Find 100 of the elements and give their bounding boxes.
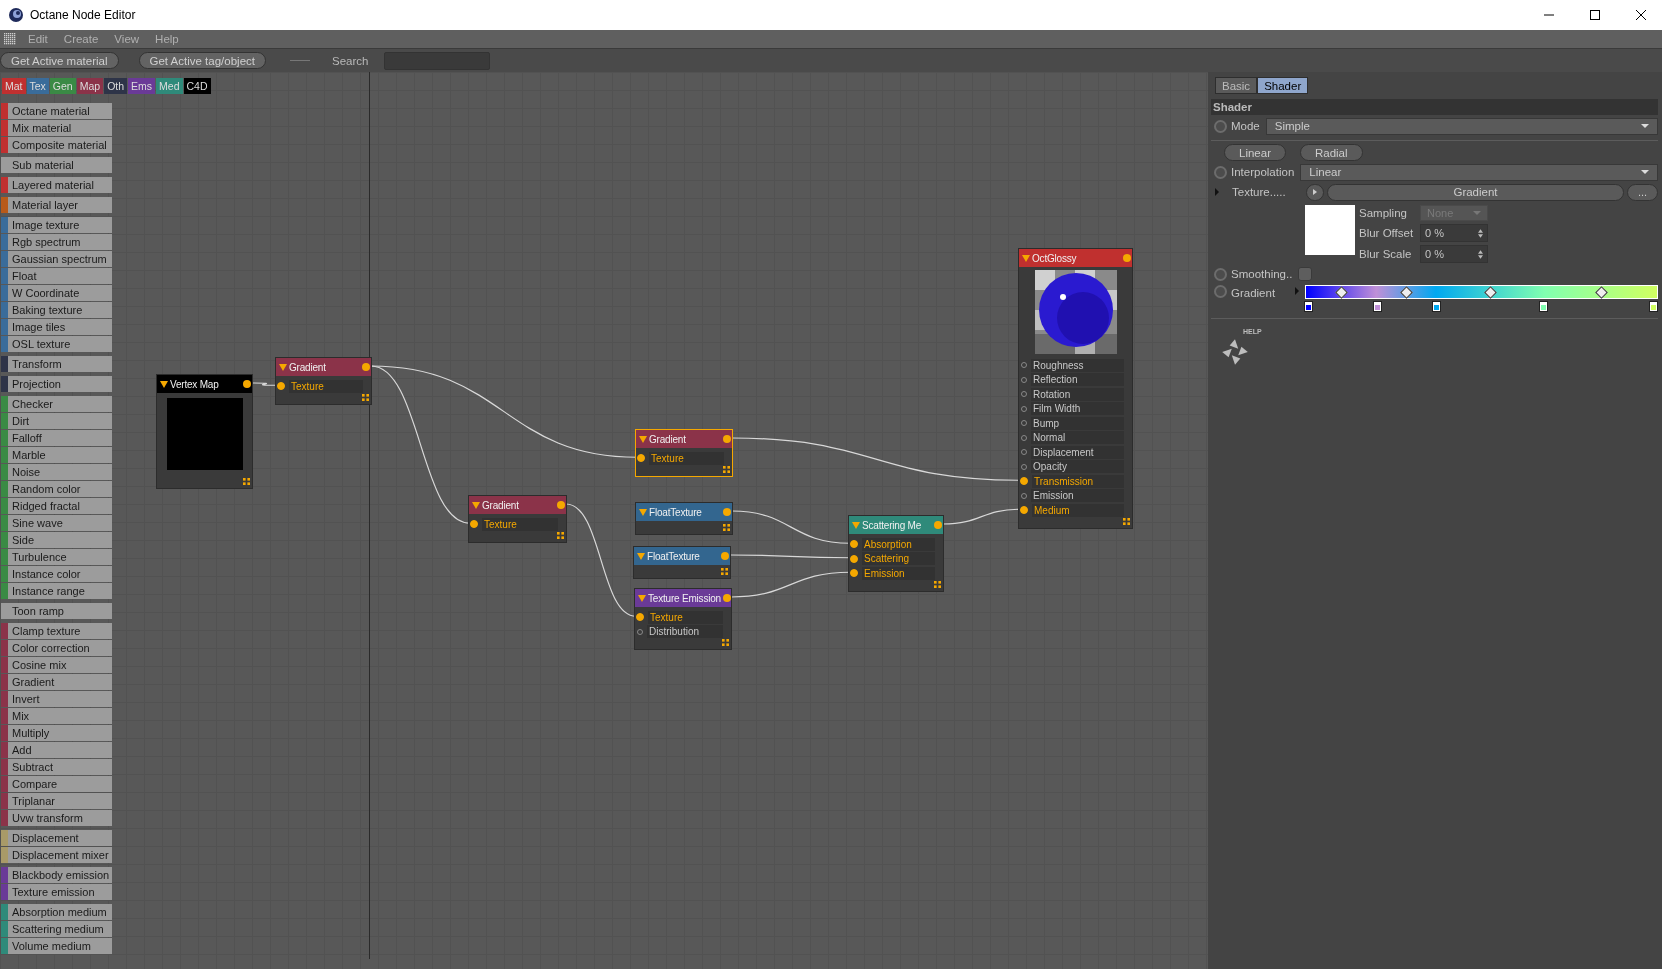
sidebar-item[interactable]: Scattering medium (1, 921, 112, 937)
input-port[interactable] (850, 540, 858, 549)
sidebar-item[interactable]: Color correction (1, 640, 112, 656)
sidebar-item[interactable]: Sine wave (1, 515, 112, 531)
sidebar-item[interactable]: Displacement mixer (1, 847, 112, 863)
input-port[interactable] (277, 382, 285, 391)
gradient-knot[interactable] (1373, 301, 1382, 312)
gradient-knot[interactable] (1431, 301, 1441, 312)
sidebar-item[interactable]: Blackbody emission (1, 867, 112, 883)
resize-icon[interactable] (362, 393, 369, 401)
sidebar-item[interactable]: Cosine mix (1, 657, 112, 673)
sidebar-item[interactable]: Falloff (1, 430, 112, 446)
sidebar-item[interactable]: Marble (1, 447, 112, 463)
node[interactable]: Texture Emission Texture Distribution (634, 588, 732, 650)
play-button[interactable] (1306, 183, 1324, 201)
sidebar-item[interactable]: Mix (1, 708, 112, 724)
sidebar-item[interactable]: Sub material (1, 157, 112, 173)
sidebar-item[interactable]: Random color (1, 481, 112, 497)
panel-tab[interactable]: Basic (1215, 77, 1258, 94)
sidebar-item[interactable]: Gradient (1, 674, 112, 690)
toolbar-button[interactable]: Get Active material (0, 52, 119, 69)
texture-button[interactable]: Gradient (1327, 183, 1624, 201)
node-header[interactable]: Vertex Map (157, 375, 252, 393)
maximize-icon[interactable] (1590, 10, 1600, 20)
input-port[interactable] (850, 569, 858, 578)
resize-icon[interactable] (934, 580, 941, 588)
sidebar-item[interactable]: Baking texture (1, 302, 112, 318)
input-port[interactable] (470, 520, 478, 529)
node[interactable]: OctGlossy Roughness Reflection Rotation Film Width Bump Normal Displacement Opacity Transmission Emission Medium (1018, 248, 1133, 529)
sidebar-item[interactable]: Triplanar (1, 793, 112, 809)
node[interactable]: Scattering Me Absorption Scattering Emission (848, 515, 944, 592)
category-tab[interactable]: Oth (104, 78, 128, 94)
node[interactable]: Gradient Texture (635, 429, 733, 477)
input-port[interactable] (850, 554, 858, 563)
midpoint-handle-icon[interactable] (1484, 286, 1498, 299)
node[interactable]: Gradient Texture (275, 357, 372, 405)
sidebar-item[interactable]: Uvw transform (1, 810, 112, 826)
sidebar-item[interactable]: Add (1, 742, 112, 758)
spinner-icon[interactable] (1478, 228, 1483, 238)
number-field[interactable]: 0 % (1420, 245, 1488, 263)
category-tab[interactable]: Gen (49, 78, 76, 94)
sidebar-item[interactable]: Mix material (1, 120, 112, 136)
sidebar-item[interactable]: Transform (1, 356, 112, 372)
close-icon[interactable] (1636, 10, 1646, 20)
sidebar-item[interactable]: Instance color (1, 566, 112, 582)
midpoint-handle-icon[interactable] (1594, 286, 1608, 299)
category-tab[interactable]: C4D (183, 78, 211, 94)
sidebar-item[interactable]: Absorption medium (1, 904, 112, 920)
smoothing-checkbox[interactable] (1298, 267, 1313, 281)
resize-icon[interactable] (1123, 517, 1130, 525)
more-button[interactable]: ... (1627, 183, 1658, 201)
category-tab[interactable]: Map (76, 78, 104, 94)
sidebar-item[interactable]: Multiply (1, 725, 112, 741)
sidebar-item[interactable]: Octane material (1, 103, 112, 119)
sidebar-item[interactable]: Compare (1, 776, 112, 792)
grip-icon[interactable] (4, 33, 16, 45)
sidebar-item[interactable]: Noise (1, 464, 112, 480)
sidebar-item[interactable]: W Coordinate (1, 285, 112, 301)
node[interactable]: Gradient Texture (468, 495, 567, 543)
sidebar-item[interactable]: Texture emission (1, 884, 112, 900)
toolbar-button[interactable]: Get Active tag/object (138, 52, 266, 69)
sidebar-item[interactable]: Checker (1, 396, 112, 412)
node[interactable]: FloatTexture (633, 546, 731, 579)
sidebar-item[interactable]: Gaussian spectrum (1, 251, 112, 267)
sidebar-item[interactable]: Instance range (1, 583, 112, 599)
sidebar-item[interactable]: Ridged fractal (1, 498, 112, 514)
sidebar-item[interactable]: Composite material (1, 137, 112, 153)
sidebar-item[interactable]: Volume medium (1, 938, 112, 954)
sidebar-item[interactable]: OSL texture (1, 336, 112, 352)
sidebar-item[interactable]: Turbulence (1, 549, 112, 565)
sidebar-item[interactable]: Dirt (1, 413, 112, 429)
sidebar-item[interactable]: Subtract (1, 759, 112, 775)
gradient-knot[interactable] (1649, 301, 1658, 312)
sidebar-item[interactable]: Rgb spectrum (1, 234, 112, 250)
gradient-bar[interactable] (1305, 285, 1658, 299)
input-port[interactable] (637, 454, 645, 463)
interpolation-dropdown[interactable]: Linear (1300, 163, 1658, 181)
category-tab[interactable]: Med (156, 78, 183, 94)
mode-dropdown[interactable]: Simple (1265, 117, 1658, 135)
category-tab[interactable]: Tex (26, 78, 49, 94)
collapse-icon[interactable] (160, 380, 168, 388)
node[interactable]: Vertex Map (156, 374, 253, 489)
sidebar-item[interactable]: Displacement (1, 830, 112, 846)
resize-icon[interactable] (721, 568, 728, 575)
output-port[interactable] (243, 380, 251, 388)
type-button[interactable]: Linear (1224, 144, 1286, 161)
sidebar-item[interactable]: Float (1, 268, 112, 284)
gradient-knot[interactable] (1538, 301, 1548, 312)
resize-icon[interactable] (723, 524, 730, 531)
type-button[interactable]: Radial (1299, 144, 1363, 161)
sidebar-item[interactable]: Toon ramp (1, 603, 112, 619)
category-tab[interactable]: Mat (2, 78, 26, 94)
panel-tab[interactable]: Shader (1257, 77, 1309, 94)
spinner-icon[interactable] (1478, 249, 1483, 259)
sidebar-item[interactable]: Clamp texture (1, 623, 112, 639)
sidebar-item[interactable]: Side (1, 532, 112, 548)
sidebar-item[interactable]: Invert (1, 691, 112, 707)
input-port[interactable] (1020, 506, 1028, 515)
midpoint-handle-icon[interactable] (1400, 286, 1413, 299)
category-tab[interactable]: Ems (128, 78, 156, 94)
